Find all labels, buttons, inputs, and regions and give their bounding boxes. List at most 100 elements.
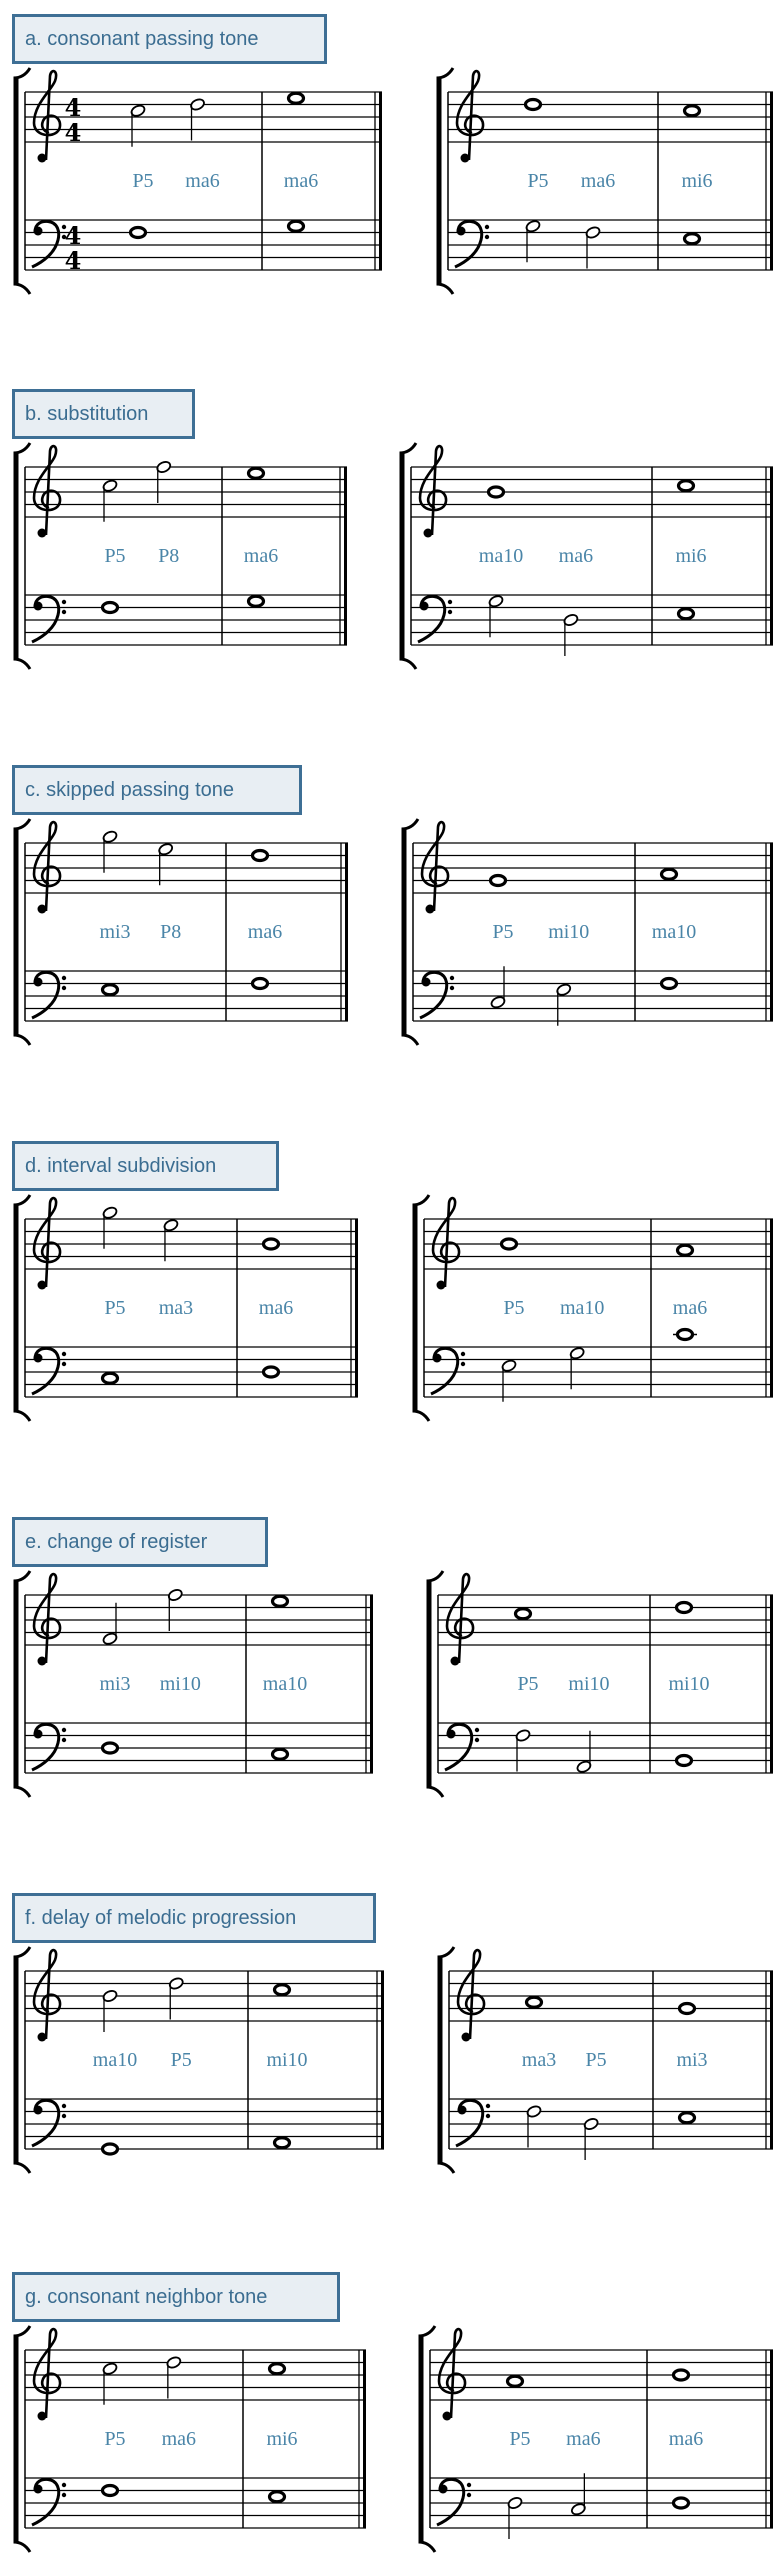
treble-clef-tail (37, 153, 47, 163)
bass-clef-icon (31, 2477, 67, 2527)
treble-clef-stroke (32, 820, 62, 912)
whole-note-head (261, 1237, 281, 1251)
bass-clef-icon (444, 1722, 480, 1772)
bass-clef-blob (419, 601, 429, 611)
interval-label: P8 (158, 545, 179, 567)
treble-clef-tail (460, 153, 470, 163)
bass-clef-dot (466, 2492, 472, 2498)
interval-label: P5 (527, 170, 548, 192)
bass-clef-icon (430, 1346, 466, 1396)
treble-clef-tail (37, 1280, 47, 1290)
whole-note-head (505, 2374, 525, 2388)
bass-clef-icon (419, 970, 455, 1020)
whole-note-head (261, 1365, 281, 1379)
bracket-bottom-curl (437, 2161, 456, 2174)
bass-clef-dot (466, 2482, 472, 2488)
whole-note-head (676, 607, 696, 621)
bracket-bottom-curl (13, 1033, 32, 1046)
interval-label: P5 (171, 2049, 192, 2071)
bracket (412, 1205, 418, 1411)
bass-clef-icon (31, 2098, 67, 2148)
interval-label: ma6 (284, 170, 318, 192)
bass-clef-blob (432, 1353, 442, 1363)
grand-staff-system: P5 ma6 mi6 (436, 67, 773, 295)
bracket-bottom-curl (418, 2540, 437, 2553)
interval-label: mi3 (99, 921, 130, 943)
bracket (426, 1581, 432, 1787)
whole-note-head (100, 600, 120, 615)
interval-label: mi6 (266, 2428, 297, 2450)
bass-clef-blob (33, 2484, 43, 2494)
bracket-bottom-curl (13, 282, 32, 295)
grand-staff-system: ma10 ma6 mi6 (399, 442, 773, 670)
interval-label: mi6 (681, 170, 712, 192)
grand-staff-system: P5 mi10 ma10 (401, 818, 773, 1046)
bass-clef-dot (61, 1351, 67, 1357)
treble-clef-stroke (32, 69, 62, 161)
whole-note-head (100, 2483, 120, 2498)
treble-clef-tail (436, 1280, 446, 1290)
bass-clef-blob (456, 226, 466, 236)
grand-staff-system: P5 ma6 ma6 (418, 2325, 773, 2553)
bass-clef-dot (447, 599, 453, 605)
bracket-top-curl (13, 67, 32, 80)
bracket-top-curl (436, 67, 455, 80)
bracket (399, 453, 405, 659)
bass-clef-dot (474, 1727, 480, 1733)
whole-note-head (250, 848, 270, 863)
interval-label: mi3 (676, 2049, 707, 2071)
treble-clef-tail (425, 904, 435, 914)
whole-note-head (250, 976, 270, 991)
treble-clef-stroke (437, 2327, 467, 2419)
whole-note-head (267, 2490, 287, 2504)
treble-clef-tail (37, 2411, 47, 2421)
grand-staff-system: ma10 P5 mi10 (13, 1946, 384, 2174)
treble-clef-stroke (418, 444, 448, 536)
bass-clef-blob (33, 1729, 43, 1739)
bracket-top-curl (437, 1946, 456, 1959)
bass-clef-icon (454, 219, 490, 269)
bass-clef-blob (33, 601, 43, 611)
treble-clef-tail (450, 1656, 460, 1666)
bracket (13, 1957, 19, 2163)
treble-clef-tail (37, 904, 47, 914)
whole-note-head (659, 867, 679, 881)
bracket (437, 1957, 443, 2163)
bracket-top-curl (401, 818, 420, 831)
treble-clef-stroke (32, 1948, 62, 2040)
bracket-bottom-curl (399, 657, 418, 670)
bass-clef-icon (417, 594, 453, 644)
treble-clef-stroke (456, 1948, 486, 2040)
bass-clef-blob (33, 226, 43, 236)
bracket-top-curl (13, 1946, 32, 1959)
grand-staff-system: ma3 P5 mi3 (437, 1946, 773, 2174)
bracket (401, 829, 407, 1035)
whole-note-head (100, 983, 120, 997)
whole-note-head (272, 1983, 292, 1997)
grand-staff-system: mi3 P8 ma6 (13, 818, 348, 1046)
bass-clef-dot (474, 1737, 480, 1743)
bass-clef-dot (61, 2482, 67, 2488)
whole-note-head (272, 2136, 292, 2150)
bass-clef-icon (455, 2098, 491, 2148)
whole-note-head (682, 232, 702, 246)
interval-label: ma3 (522, 2049, 556, 2071)
interval-label: ma10 (560, 1297, 604, 1319)
bass-clef-dot (485, 2103, 491, 2109)
whole-note-head (246, 594, 266, 608)
bass-clef-dot (449, 975, 455, 981)
interval-label: P5 (509, 2428, 530, 2450)
bass-clef-blob (33, 1353, 43, 1363)
bracket-bottom-curl (436, 282, 455, 295)
bracket-bottom-curl (13, 1409, 32, 1422)
treble-clef-stroke (32, 2327, 62, 2419)
whole-note-head (100, 1741, 120, 1755)
interval-label: mi10 (568, 1673, 609, 1695)
bracket (436, 78, 442, 284)
bracket (13, 453, 19, 659)
bracket-bottom-curl (13, 657, 32, 670)
bass-clef-icon (436, 2477, 472, 2527)
whole-note-head (524, 1995, 544, 2009)
bass-clef-dot (61, 2492, 67, 2498)
bracket-top-curl (426, 1570, 445, 1583)
